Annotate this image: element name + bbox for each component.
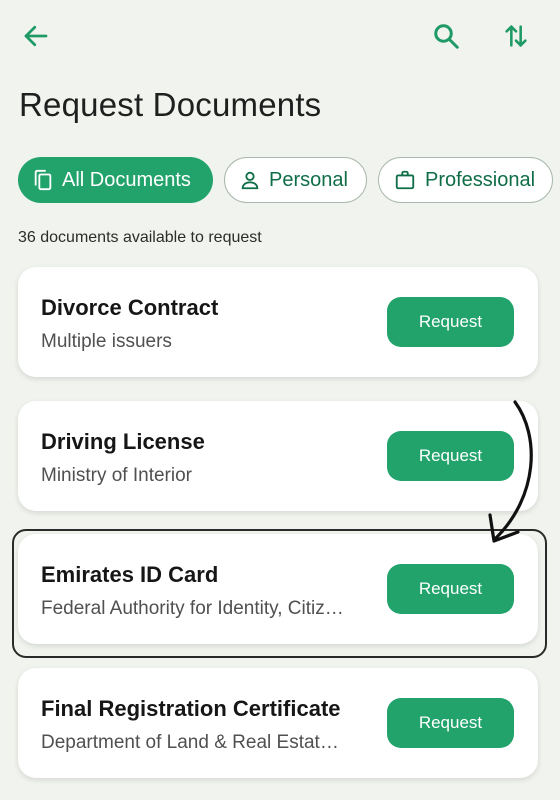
person-icon	[241, 171, 259, 190]
sort-icon[interactable]	[494, 14, 538, 58]
document-title: Divorce Contract	[41, 295, 219, 320]
document-title: Final Registration Certificate	[41, 696, 341, 721]
filter-chip-label: All Documents	[62, 168, 191, 191]
request-button[interactable]: Request	[387, 297, 514, 347]
briefcase-icon	[395, 170, 415, 190]
documents-count-text: 36 documents available to request	[18, 229, 262, 246]
filter-chip-label: Professional	[425, 168, 536, 191]
document-title: Driving License	[41, 429, 205, 454]
search-icon[interactable]	[424, 14, 468, 58]
document-card-driving-license[interactable]: Driving License Ministry of Interior Req…	[18, 401, 538, 511]
request-documents-screen: Request Documents All Documents Personal…	[0, 0, 560, 800]
document-issuer: Ministry of Interior	[41, 465, 192, 486]
documents-icon	[34, 169, 52, 191]
document-card-divorce-contract[interactable]: Divorce Contract Multiple issuers Reques…	[18, 267, 538, 377]
filter-chip-all-documents[interactable]: All Documents	[18, 157, 213, 203]
filter-chip-professional[interactable]: Professional	[378, 157, 553, 203]
request-button[interactable]: Request	[387, 698, 514, 748]
highlight-box-annotation	[12, 529, 547, 658]
document-issuer: Multiple issuers	[41, 331, 172, 352]
document-card-final-registration[interactable]: Final Registration Certificate Departmen…	[18, 668, 538, 778]
document-issuer: Department of Land & Real Estat…	[41, 732, 339, 753]
filter-chip-personal[interactable]: Personal	[224, 157, 367, 203]
annotation-arrow-icon	[488, 400, 533, 543]
page-title: Request Documents	[19, 86, 322, 123]
top-app-bar	[0, 0, 560, 74]
arrow-left-icon[interactable]	[14, 14, 58, 58]
filter-chip-label: Personal	[269, 168, 348, 191]
